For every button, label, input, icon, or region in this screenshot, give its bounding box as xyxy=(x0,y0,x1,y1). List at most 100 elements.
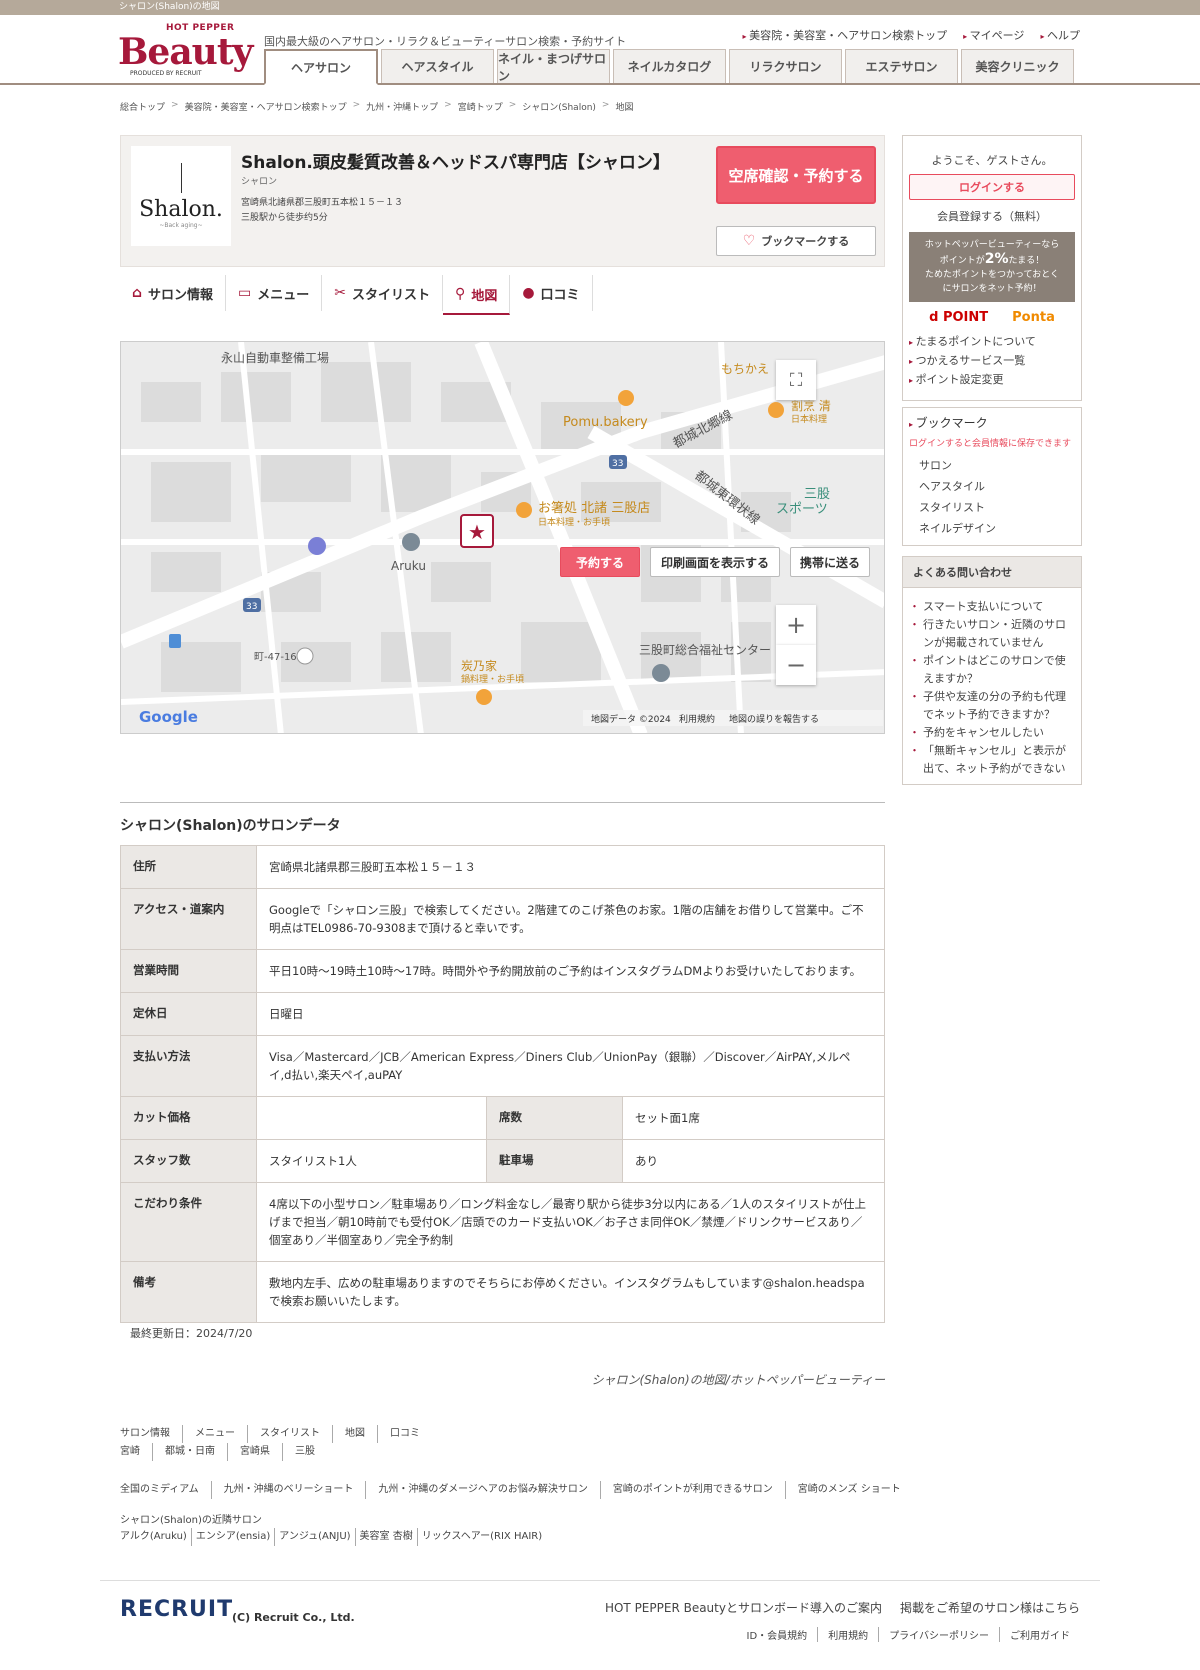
footer-link[interactable]: 都城・日南 xyxy=(152,1443,227,1461)
footer-link[interactable]: 宮崎 xyxy=(120,1443,152,1461)
table-row: アクセス・道案内 Googleで「シャロン三股」で検索してください。2階建てのこげ… xyxy=(120,888,885,950)
faq-item[interactable]: 「無断キャンセル」と表示が出て、ネット予約ができない xyxy=(909,742,1071,778)
legal-link[interactable]: ご利用ガイド xyxy=(999,1627,1080,1642)
nearby-salon-link[interactable]: アルク(Aruku) xyxy=(120,1528,191,1546)
subnav-salon-info[interactable]: ⌂ サロン情報 xyxy=(120,275,227,311)
breadcrumb-item[interactable]: 九州・沖縄トップ xyxy=(366,100,438,113)
header-link-search-top[interactable]: 美容院・美容室・ヘアサロン検索トップ xyxy=(743,27,947,43)
footer-link[interactable]: 宮崎のポイントが利用できるサロン xyxy=(599,1481,785,1499)
bookmark-item-stylist[interactable]: スタイリスト xyxy=(909,497,1075,518)
bookmark-item-nail[interactable]: ネイルデザイン xyxy=(909,518,1075,539)
salon-address: 宮崎県北諸県郡三股町五本松１５－１３ 三股駅から徒歩约5分 xyxy=(241,198,404,223)
sidebar: ようこそ、ゲストさん。 ログインする 会員登録する（無料） ホットペッパービュー… xyxy=(902,135,1082,785)
header-link-mypage[interactable]: マイページ xyxy=(963,27,1025,43)
bookmark-item-hairstyle[interactable]: ヘアスタイル xyxy=(909,476,1075,497)
divider xyxy=(120,802,885,803)
footer-link[interactable]: 口コミ xyxy=(377,1425,432,1443)
footer-row: サロン情報 メニュー スタイリスト 地図 口コミ xyxy=(120,1425,1082,1443)
header-link-help[interactable]: ヘルプ xyxy=(1040,27,1080,43)
breadcrumb-current: 地図 xyxy=(615,103,634,113)
salon-data-title: シャロン(Shalon)のサロンデータ xyxy=(120,818,341,834)
breadcrumb-item[interactable]: 総合トップ xyxy=(120,100,165,113)
faq-item[interactable]: ポイントはどこのサロンで使えますか？ xyxy=(909,652,1071,688)
table-row: スタッフ数 スタイリスト1人 駐車場 あり xyxy=(120,1139,885,1183)
footer-link[interactable]: 地図 xyxy=(332,1425,377,1443)
footer-link[interactable]: スタイリスト xyxy=(247,1425,332,1443)
footer-link[interactable]: 九州・沖縄のベリーショート xyxy=(210,1481,366,1499)
login-box: ようこそ、ゲストさん。 ログインする 会員登録する（無料） ホットペッパービュー… xyxy=(902,135,1082,401)
send-mobile-button[interactable]: 携帯に送る xyxy=(790,547,870,577)
tab-esthe-salon[interactable]: エステサロン xyxy=(845,49,958,83)
point-link[interactable]: ポイント設定変更 xyxy=(909,371,1075,390)
route-33-label: 33 xyxy=(612,459,623,469)
breadcrumb-item[interactable]: シャロン(Shalon) xyxy=(522,100,596,113)
map-label-sumino-sub: 鍋料理・お手頃 xyxy=(461,673,524,685)
tab-nail-salon[interactable]: ネイル・まつげサロン xyxy=(497,49,610,83)
footer-link[interactable]: 宮崎県 xyxy=(227,1443,282,1461)
register-link[interactable]: 会員登録する（無料） xyxy=(909,208,1075,224)
footer-link[interactable]: 全国のミディアム xyxy=(120,1481,211,1499)
dpoint-logo: d POINT xyxy=(929,310,989,325)
restaurant-pin-icon xyxy=(768,402,784,418)
map-label-kappo-sub: 日本料理 xyxy=(791,413,827,425)
faq-item[interactable]: 行きたいサロン・近隣のサロンが掲載されていません xyxy=(909,616,1071,652)
point-link[interactable]: つかえるサービス一覧 xyxy=(909,352,1075,371)
map-action-buttons: 予約する 印刷画面を表示する 携帯に送る xyxy=(120,537,885,577)
point-link[interactable]: たまるポイントについて xyxy=(909,333,1075,352)
legal-link[interactable]: 利用規約 xyxy=(817,1627,878,1642)
tab-beauty-clinic[interactable]: 美容クリニック xyxy=(961,49,1074,83)
site-header: HOT PEPPER Beauty PRODUCED BY RECRUIT 国内… xyxy=(0,15,1200,85)
nearby-salon-link[interactable]: アンジュ(ANJU) xyxy=(274,1528,354,1546)
legal-link[interactable]: ID・会員規約 xyxy=(737,1627,818,1642)
zoom-in-button[interactable]: + xyxy=(776,605,816,645)
breadcrumb-item[interactable]: 宮崎トップ xyxy=(458,100,503,113)
subnav-stylist[interactable]: ✂ スタイリスト xyxy=(322,275,444,311)
table-row: 支払い方法 Visa／Mastercard／JCB／American Expres… xyxy=(120,1035,885,1097)
map-label-sports: 三股 xyxy=(804,487,830,502)
hotpepper-beauty-logo[interactable]: HOT PEPPER Beauty PRODUCED BY RECRUIT xyxy=(118,23,253,79)
bus-stop-icon xyxy=(169,634,181,648)
place-pin-icon xyxy=(296,647,314,665)
map-label-osuki: お箸処 北諸 三股店 xyxy=(538,500,650,516)
footer-link[interactable]: メニュー xyxy=(182,1425,247,1443)
faq-item[interactable]: 子供や友達の分の予約も代理でネット予約できますか？ xyxy=(909,688,1071,724)
nearby-salon-link[interactable]: 美容室 杏樹 xyxy=(354,1528,417,1546)
nearby-salon-link[interactable]: エンシア(ensia) xyxy=(190,1528,274,1546)
subnav-map[interactable]: ⚲ 地図 xyxy=(443,275,511,315)
faq-title: よくある問い合わせ xyxy=(902,556,1082,588)
recruit-logo[interactable]: RECRUIT xyxy=(120,1597,233,1622)
fullscreen-button[interactable]: ⛶ xyxy=(776,360,816,400)
footer-link[interactable]: サロン情報 xyxy=(120,1425,182,1443)
breadcrumb-item[interactable]: 美容院・美容室・ヘアサロン検索トップ xyxy=(185,100,347,113)
print-button[interactable]: 印刷画面を表示する xyxy=(650,547,780,577)
tab-nail-catalog[interactable]: ネイルカタログ xyxy=(613,49,726,83)
bookmark-button[interactable]: ♡ ブックマークする xyxy=(716,226,876,256)
salonboard-link[interactable]: HOT PEPPER Beautyとサロンボード導入のご案内 xyxy=(605,1599,882,1616)
plus-icon: + xyxy=(785,611,807,639)
map-reserve-button[interactable]: 予約する xyxy=(560,547,640,577)
faq-item[interactable]: スマート支払いについて xyxy=(909,598,1071,616)
listing-link[interactable]: 掲載をご希望のサロン様はこちら xyxy=(900,1599,1080,1616)
ticket-icon: ▭ xyxy=(238,285,252,301)
main-content: Shalon. ~Back aging~ Shalon.頭皮髪質改善＆ヘッドスパ… xyxy=(120,135,885,1387)
footer-link[interactable]: 宮崎のメンズ ショート xyxy=(784,1481,913,1499)
faq-item[interactable]: 予約をキャンセルしたい xyxy=(909,724,1071,742)
bookmark-title[interactable]: ブックマーク xyxy=(909,414,1075,434)
map-label-kappo: 割烹 清 xyxy=(791,398,831,413)
nearby-salon-link[interactable]: リックスヘアー(RIX HAIR) xyxy=(416,1528,546,1546)
header-links: 美容院・美容室・ヘアサロン検索トップ マイページ ヘルプ xyxy=(743,27,1080,43)
nearby-title: シャロン(Shalon)の近隣サロン xyxy=(120,1515,262,1526)
reserve-button[interactable]: 空席確認・予約する xyxy=(716,146,876,204)
footer-link[interactable]: 三股 xyxy=(282,1443,327,1461)
bookmark-item-salon[interactable]: サロン xyxy=(909,455,1075,476)
login-button[interactable]: ログインする xyxy=(909,174,1075,200)
tab-hair-style[interactable]: ヘアスタイル xyxy=(381,49,494,83)
subnav-reviews[interactable]: ● 口コミ xyxy=(510,275,593,311)
zoom-out-button[interactable]: − xyxy=(776,645,816,685)
legal-link[interactable]: プライバシーポリシー xyxy=(878,1627,999,1642)
tab-hair-salon[interactable]: ヘアサロン xyxy=(264,49,378,85)
subnav-menu[interactable]: ▭ メニュー xyxy=(226,275,323,311)
table-row: 営業時間 平日10時～19時土10時～17時。時間外や予約開放前のご予約はインスタ… xyxy=(120,949,885,993)
footer-link[interactable]: 九州・沖縄のダメージヘアのお悩み解決サロン xyxy=(365,1481,600,1499)
tab-relax-salon[interactable]: リラクサロン xyxy=(729,49,842,83)
